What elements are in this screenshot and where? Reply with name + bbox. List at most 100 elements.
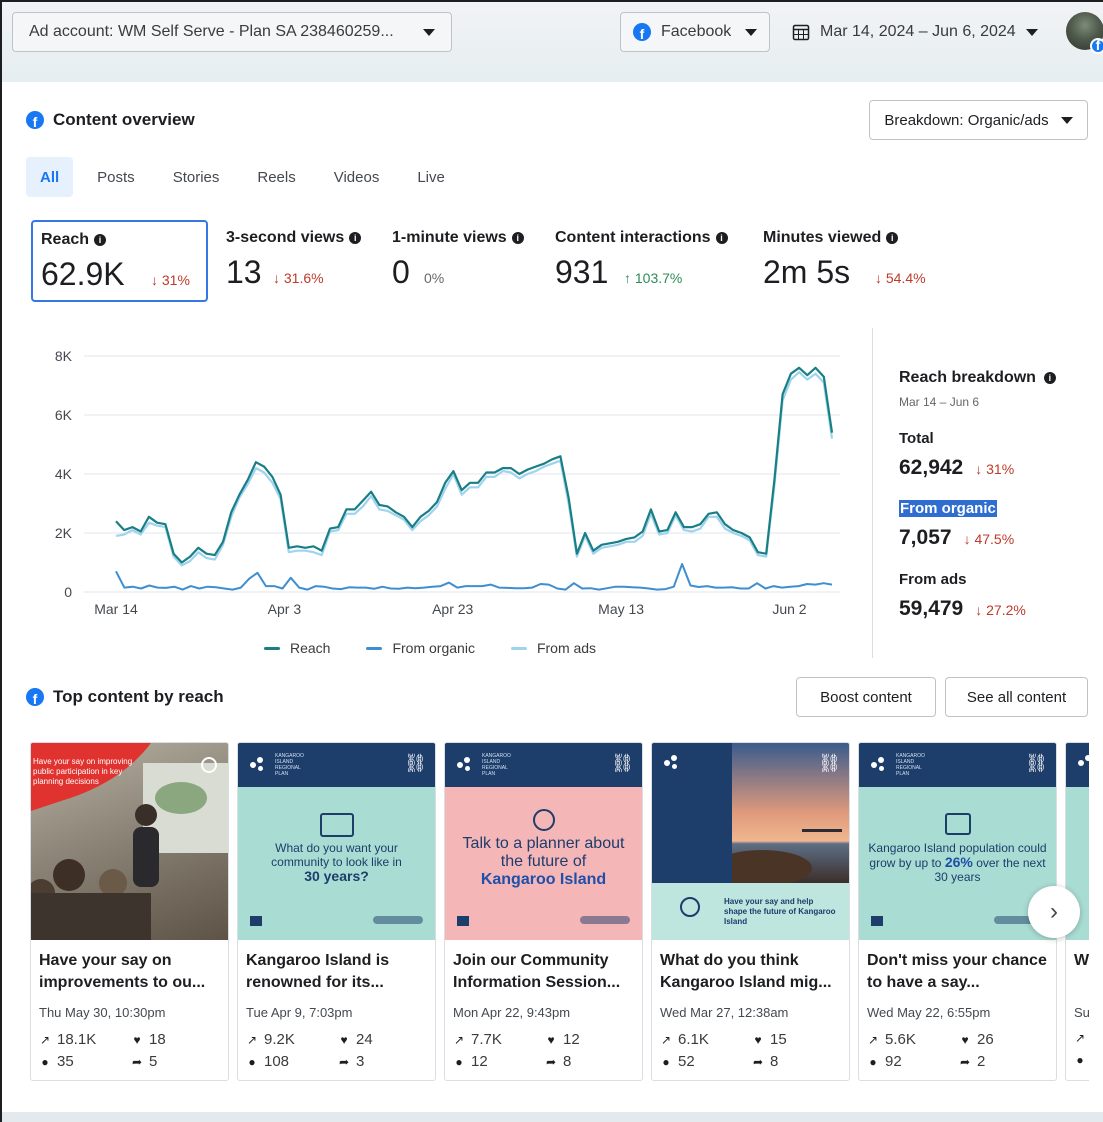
content-card[interactable]: ⛓ Have your say and help shape the futur… [651, 742, 850, 1081]
shares-count: 5 [149, 1053, 158, 1070]
tab-posts[interactable]: Posts [83, 157, 149, 197]
metric-value: 2m 5s [763, 254, 851, 290]
likes-count: 24 [356, 1031, 373, 1048]
facebook-icon: f [26, 688, 44, 706]
kangaroo-island-logo [1078, 753, 1089, 773]
post-thumbnail: KANGAROO ISLAND REGIONAL PLAN ⛓ Talk to … [445, 743, 642, 940]
carousel-next-button[interactable]: › [1028, 886, 1080, 938]
metric-1-minute-views[interactable]: 1-minute views i 0 0% [384, 220, 534, 302]
total-value-row: 62,942 ↓ 31% [899, 456, 1014, 480]
info-icon[interactable]: i [715, 232, 728, 244]
thumbnail-caption: Have your say on improving public partic… [33, 757, 133, 786]
metric-content-interactions[interactable]: Content interactions i 931 ↑ 103.7% [547, 220, 747, 302]
card-title: W... to... [1074, 952, 1089, 969]
post-thumbnail: KANGAROO ISLAND REGIONAL PLAN ⛓ Kangaroo… [859, 743, 1056, 940]
thumbnail-emphasis: 26% [944, 854, 973, 870]
thumbnail-emphasis: 30 years? [304, 868, 369, 884]
card-date: Thu May 30, 10:30pm [39, 1005, 166, 1020]
reach-stat: ↗ 18.1K [39, 1031, 96, 1048]
reach-count: 6.1K [678, 1031, 709, 1048]
reach-stat: ↗ 6.1K [660, 1031, 709, 1048]
tab-reels[interactable]: Reels [243, 157, 309, 197]
share-icon: ➦ [752, 1054, 764, 1069]
tab-all[interactable]: All [26, 157, 74, 197]
link-icon: ⛓ [404, 753, 427, 773]
metric-value: 931 [555, 254, 609, 290]
organic-change: ↓ 47.5% [963, 531, 1015, 547]
info-icon[interactable]: i [1043, 372, 1056, 384]
thumbnail-caption: Have your say and help shape the future … [724, 897, 836, 926]
comments-stat: ● 108 [246, 1053, 289, 1070]
card-title: Have your say on improvements to ou... [39, 952, 206, 991]
metric-change: ↓ 54.4% [875, 270, 926, 286]
kangaroo-island-logo: KANGAROO ISLAND REGIONAL PLAN [457, 753, 518, 777]
comment-icon: ● [662, 1054, 670, 1069]
reach-breakdown-heading: Reach breakdown i [899, 369, 1056, 387]
profile-avatar[interactable]: f [1066, 12, 1103, 54]
x-tick-label: Mar 14 [94, 601, 138, 617]
heart-icon: ♥ [133, 1032, 141, 1047]
likes-stat: ♥ 24 [338, 1031, 373, 1048]
reach-breakdown-range: Mar 14 – Jun 6 [899, 395, 980, 409]
y-tick-label: 6K [55, 407, 73, 423]
content-card[interactable]: KANGAROO ISLAND REGIONAL PLAN ⛓ Talk to … [444, 742, 643, 1081]
platform-dropdown[interactable]: f Facebook [620, 12, 770, 52]
reach-line-chart: 0 2K 4K 6K 8K Mar 14 Apr 3 Apr 23 May 13 Jun 2 [55, 348, 840, 617]
comments-count: 12 [471, 1053, 488, 1070]
info-icon[interactable]: i [511, 232, 524, 244]
reach-count: 7.7K [471, 1031, 502, 1048]
y-tick-label: 4K [55, 466, 73, 482]
content-card[interactable]: KANGAROO ISLAND REGIONAL PLAN ⛓ What do … [237, 742, 436, 1081]
content-card[interactable]: Have your say on improving public partic… [30, 742, 229, 1081]
metric-minutes-viewed[interactable]: Minutes viewed i 2m 5s ↓ 54.4% [755, 220, 955, 302]
thumbnail-text: Talk to a planner about the future of [462, 835, 625, 870]
tab-videos[interactable]: Videos [320, 157, 394, 197]
post-thumbnail: Have your say on improving public partic… [31, 743, 228, 940]
calendar-icon [792, 24, 810, 41]
metric-label: 1-minute views [392, 229, 507, 246]
chevron-down-icon [745, 28, 757, 36]
tab-stories[interactable]: Stories [159, 157, 234, 197]
post-thumbnail: KANGAROO ISLAND REGIONAL PLAN ⛓ What do … [238, 743, 435, 940]
shares-stat: ➦ 8 [752, 1053, 778, 1070]
ad-account-dropdown[interactable]: Ad account: WM Self Serve - Plan SA 2384… [12, 12, 452, 52]
info-icon[interactable]: i [94, 234, 107, 246]
metric-3-second-views[interactable]: 3-second views i 13 ↓ 31.6% [218, 220, 378, 302]
shares-stat: ➦ 8 [545, 1053, 571, 1070]
link-icon: ⛓ [818, 753, 841, 773]
tab-live[interactable]: Live [403, 157, 459, 197]
date-range-dropdown[interactable]: Mar 14, 2024 – Jun 6, 2024 [782, 12, 1054, 52]
info-icon[interactable]: i [349, 232, 362, 244]
thumbnail-text: What do you want your community to look … [271, 841, 402, 869]
link-icon: ⛓ [1025, 753, 1048, 773]
comments-stat: ● 92 [867, 1053, 901, 1070]
reach-stat: ↗ 5.6K [867, 1031, 916, 1048]
legend-item-ads[interactable]: From ads [510, 640, 596, 656]
boost-content-button[interactable]: Boost content [796, 677, 936, 717]
shares-count: 3 [356, 1053, 365, 1070]
reach-stat: ↗ 7.7K [453, 1031, 502, 1048]
reach-count: 9.2K [264, 1031, 295, 1048]
content-overview-heading: f Content overview [26, 110, 195, 130]
share-icon: ➦ [545, 1054, 557, 1069]
breakdown-dropdown[interactable]: Breakdown: Organic/ads [869, 100, 1088, 140]
legend-item-organic[interactable]: From organic [366, 640, 475, 656]
thumbnail-caption: What do you want your community to look … [246, 841, 427, 884]
organic-label: From organic [899, 500, 997, 517]
chart-legend: Reach From organic From ads [264, 640, 596, 656]
thumbnail-footer [871, 916, 1044, 928]
divider [872, 328, 873, 658]
likes-stat: ♥ 26 [959, 1031, 993, 1048]
thumbnail-emphasis: Kangaroo Island [480, 871, 607, 888]
shares-stat: ➦ 2 [959, 1053, 985, 1070]
info-icon[interactable]: i [886, 232, 899, 244]
ads-value-row: 59,479 ↓ 27.2% [899, 597, 1026, 621]
card-date: Mon Apr 22, 9:43pm [453, 1005, 571, 1020]
legend-item-reach[interactable]: Reach [264, 640, 330, 656]
share-icon: ➦ [131, 1054, 143, 1069]
series-line-from-organic[interactable] [115, 563, 833, 591]
shares-count: 2 [977, 1053, 986, 1070]
y-tick-label: 0 [64, 584, 72, 600]
see-all-content-button[interactable]: See all content [945, 677, 1088, 717]
metric-reach[interactable]: Reach i 62.9K ↓ 31% [31, 220, 208, 302]
